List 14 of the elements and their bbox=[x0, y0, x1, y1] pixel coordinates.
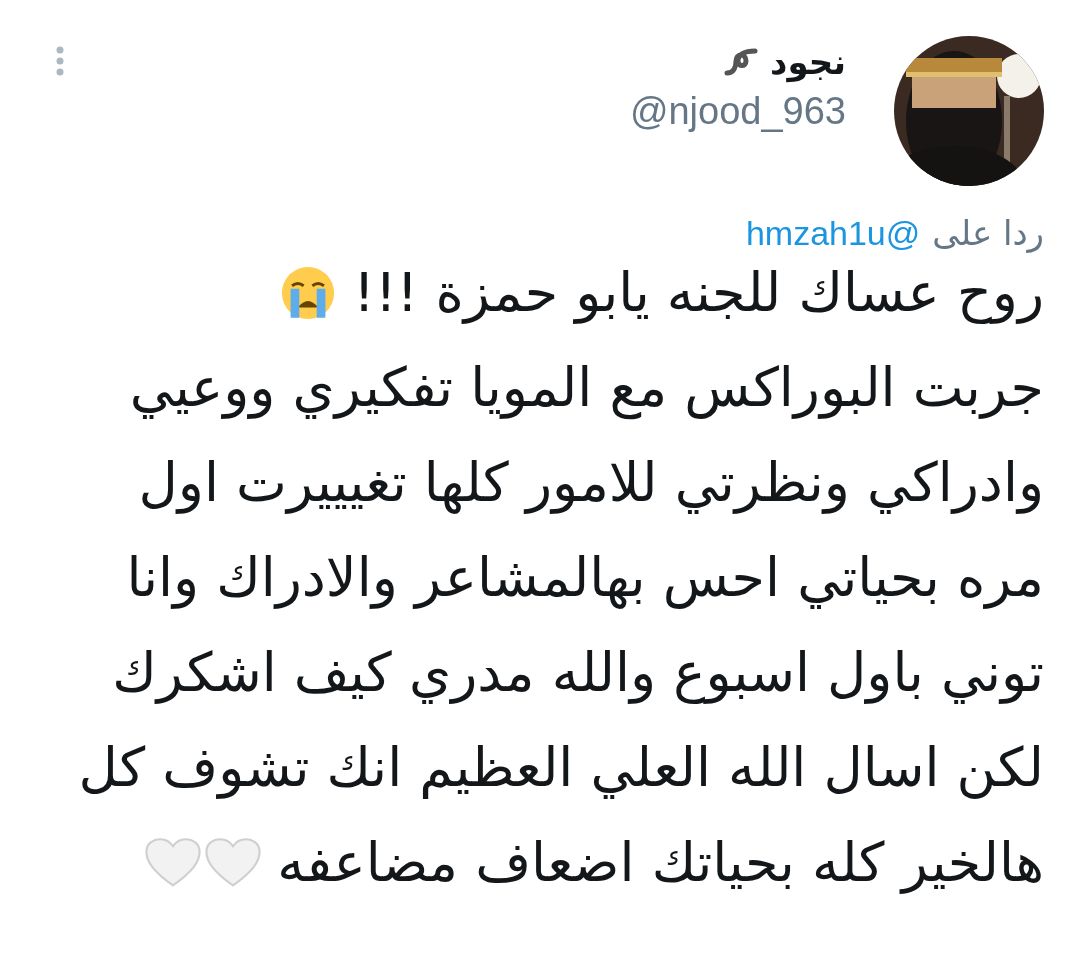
tweet-text-line: هالخير كله بحياتك اضعاف مضاعفه bbox=[277, 830, 1044, 896]
author-name: نجود bbox=[769, 41, 846, 84]
tweet-text-line: لكن اسال الله العلي العظيم انك تشوف كل bbox=[78, 735, 1044, 801]
heart-icon bbox=[145, 836, 202, 889]
tweet-text-line: توني باول اسبوع والله مدري كيف اشكرك bbox=[112, 640, 1044, 706]
tweet-text-line: جربت البوراكس مع المويا تفكيري ووعيي bbox=[129, 355, 1044, 422]
author-handle: @njood_963 bbox=[629, 89, 846, 134]
curly-loop-icon bbox=[723, 47, 758, 77]
mention-link[interactable]: @hmzah1u bbox=[745, 211, 921, 255]
tweet-text-line: وادراكي ونظرتي للامور كلها تغيييرت اول bbox=[138, 450, 1044, 516]
tweet-text-line: مره بحياتي احس بهالمشاعر والادراك وانا bbox=[126, 545, 1044, 611]
tweet-text-line: روح عساك للجنه يابو حمزة !!! bbox=[353, 260, 1044, 326]
heart-icon bbox=[205, 836, 262, 889]
reply-label: ردا على bbox=[932, 212, 1044, 255]
